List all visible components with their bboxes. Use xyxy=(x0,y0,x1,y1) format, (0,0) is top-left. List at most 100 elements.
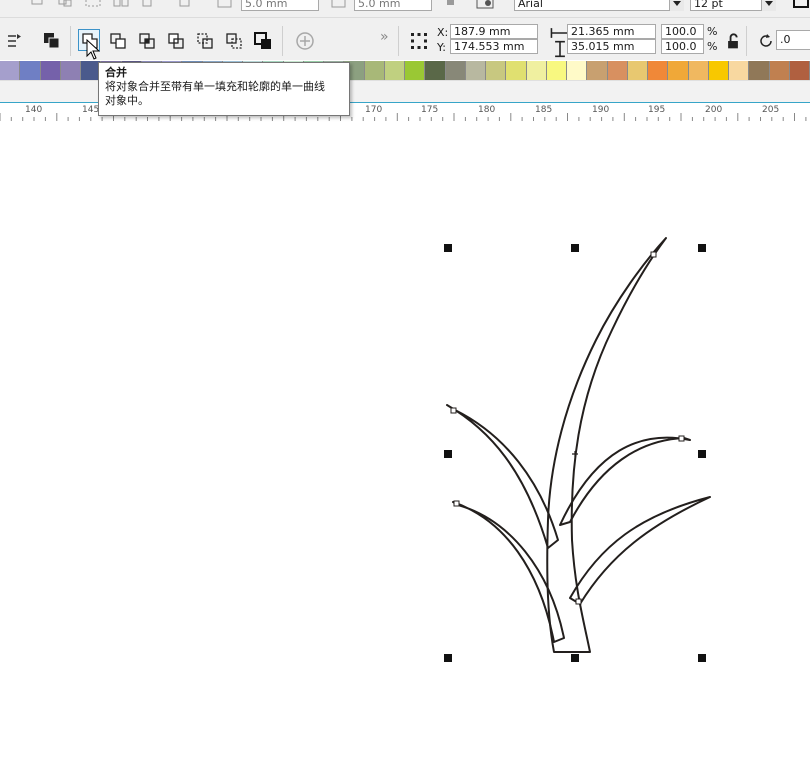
more-options-button[interactable]: » xyxy=(380,30,389,44)
align-icon[interactable] xyxy=(26,0,48,16)
drawing-canvas[interactable] xyxy=(0,120,810,773)
mouse-cursor-icon xyxy=(86,39,100,60)
color-swatch[interactable] xyxy=(688,61,709,80)
separator xyxy=(398,26,399,56)
x-position-field[interactable]: 187.9 mm xyxy=(450,24,538,39)
ruler-label: 185 xyxy=(535,105,553,115)
position-grid-icon[interactable] xyxy=(408,30,430,52)
tooltip-body-line2: 对象中。 xyxy=(105,94,149,107)
color-swatch[interactable] xyxy=(364,61,385,80)
ruler-label: 140 xyxy=(25,105,43,115)
color-swatch[interactable] xyxy=(567,61,588,80)
ruler-label: 175 xyxy=(421,105,439,115)
node-marker[interactable] xyxy=(678,435,685,442)
ruler-label: 190 xyxy=(592,105,610,115)
color-swatch[interactable] xyxy=(405,61,426,80)
boundary-icon[interactable] xyxy=(252,30,274,52)
selection-handle-middle-right[interactable] xyxy=(698,450,706,458)
color-swatch[interactable] xyxy=(465,61,486,80)
selection-handle-top-left[interactable] xyxy=(444,244,452,252)
rotate-icon xyxy=(755,30,777,52)
node-marker[interactable] xyxy=(650,251,657,258)
page-icon[interactable] xyxy=(173,0,195,16)
color-swatch[interactable] xyxy=(60,61,81,80)
selection-handle-bottom-middle[interactable] xyxy=(571,654,579,662)
width-icon xyxy=(549,22,570,38)
rotation-field[interactable]: .0 xyxy=(776,30,810,50)
text-frame-icon[interactable] xyxy=(790,0,810,16)
font-name-dropdown-icon[interactable] xyxy=(669,0,684,11)
selection-handle-middle-left[interactable] xyxy=(444,450,452,458)
color-swatch[interactable] xyxy=(425,61,446,80)
grass-left-upper-blade[interactable] xyxy=(446,404,559,549)
grass-right-upper-blade[interactable] xyxy=(559,436,691,526)
simplify-icon[interactable] xyxy=(165,30,187,52)
color-swatch[interactable] xyxy=(708,61,729,80)
group-icon[interactable] xyxy=(54,0,76,16)
scale-x-field[interactable]: 100.0 xyxy=(661,24,704,39)
intersect-icon[interactable] xyxy=(136,30,158,52)
lock-ratio-icon[interactable] xyxy=(722,30,740,49)
separator xyxy=(746,26,747,56)
text-settings-icon[interactable] xyxy=(474,0,496,16)
size-a-icon xyxy=(214,0,236,16)
small-lock-icon[interactable] xyxy=(440,0,462,16)
color-swatch[interactable] xyxy=(789,61,810,80)
front-minus-back-icon[interactable] xyxy=(194,30,216,52)
color-swatch[interactable] xyxy=(384,61,405,80)
color-swatch[interactable] xyxy=(648,61,669,80)
y-position-field[interactable]: 174.553 mm xyxy=(450,39,538,54)
center-marker-icon xyxy=(572,451,578,457)
font-size-dropdown-icon[interactable] xyxy=(761,0,776,11)
color-swatch[interactable] xyxy=(526,61,547,80)
height-icon xyxy=(549,38,567,58)
ruler-label: 195 xyxy=(648,105,666,115)
color-swatch[interactable] xyxy=(587,61,608,80)
color-swatch[interactable] xyxy=(668,61,689,80)
scale-y-field[interactable]: 100.0 xyxy=(661,39,704,54)
lock-object-icon[interactable] xyxy=(136,0,158,16)
ruler-label: 180 xyxy=(478,105,496,115)
size-b-icon xyxy=(328,0,350,16)
selection-handle-bottom-left[interactable] xyxy=(444,654,452,662)
color-swatch[interactable] xyxy=(40,61,61,80)
color-swatch[interactable] xyxy=(506,61,527,80)
selection-handle-bottom-right[interactable] xyxy=(698,654,706,662)
color-swatch[interactable] xyxy=(20,61,41,80)
size-a-field[interactable]: 5.0 mm xyxy=(241,0,319,11)
color-swatch[interactable] xyxy=(769,61,790,80)
node-marker[interactable] xyxy=(450,407,457,414)
color-swatch[interactable] xyxy=(607,61,628,80)
height-field[interactable]: 35.015 mm xyxy=(567,39,656,54)
separator xyxy=(282,26,283,56)
combine-objects-icon[interactable] xyxy=(41,30,63,52)
selection-handle-top-right[interactable] xyxy=(698,244,706,252)
grass-drawing[interactable] xyxy=(0,120,810,773)
back-minus-front-icon[interactable] xyxy=(223,30,245,52)
trim-icon[interactable] xyxy=(107,30,129,52)
top-toolbar: 5.0 mm 5.0 mm Arial 12 pt xyxy=(0,0,810,18)
color-swatch[interactable] xyxy=(0,61,21,80)
size-b-field[interactable]: 5.0 mm xyxy=(354,0,432,11)
add-icon[interactable] xyxy=(294,30,316,52)
width-field[interactable]: 21.365 mm xyxy=(567,24,656,39)
node-marker[interactable] xyxy=(453,500,460,507)
grass-right-lower-blade[interactable] xyxy=(569,496,711,605)
node-marker[interactable] xyxy=(575,598,582,605)
property-bar: » X: 187.9 mm Y: 174.553 mm 21.365 mm 35… xyxy=(0,18,810,60)
color-swatch[interactable] xyxy=(486,61,507,80)
color-swatch[interactable] xyxy=(546,61,567,80)
color-swatch[interactable] xyxy=(729,61,750,80)
ungroup-icon[interactable] xyxy=(82,0,104,16)
ruler-label: 170 xyxy=(365,105,383,115)
color-swatch[interactable] xyxy=(445,61,466,80)
ruler-label: 200 xyxy=(705,105,723,115)
tooltip-title: 合并 xyxy=(105,66,127,79)
ungroup-all-icon[interactable] xyxy=(110,0,132,16)
arrange-order-icon[interactable] xyxy=(3,30,25,52)
tooltip-body-line1: 将对象合并至带有单一填充和轮廓的单一曲线 xyxy=(105,80,325,93)
color-swatch[interactable] xyxy=(749,61,770,80)
font-name-combo[interactable]: Arial xyxy=(514,0,684,11)
selection-handle-top-middle[interactable] xyxy=(571,244,579,252)
color-swatch[interactable] xyxy=(627,61,648,80)
